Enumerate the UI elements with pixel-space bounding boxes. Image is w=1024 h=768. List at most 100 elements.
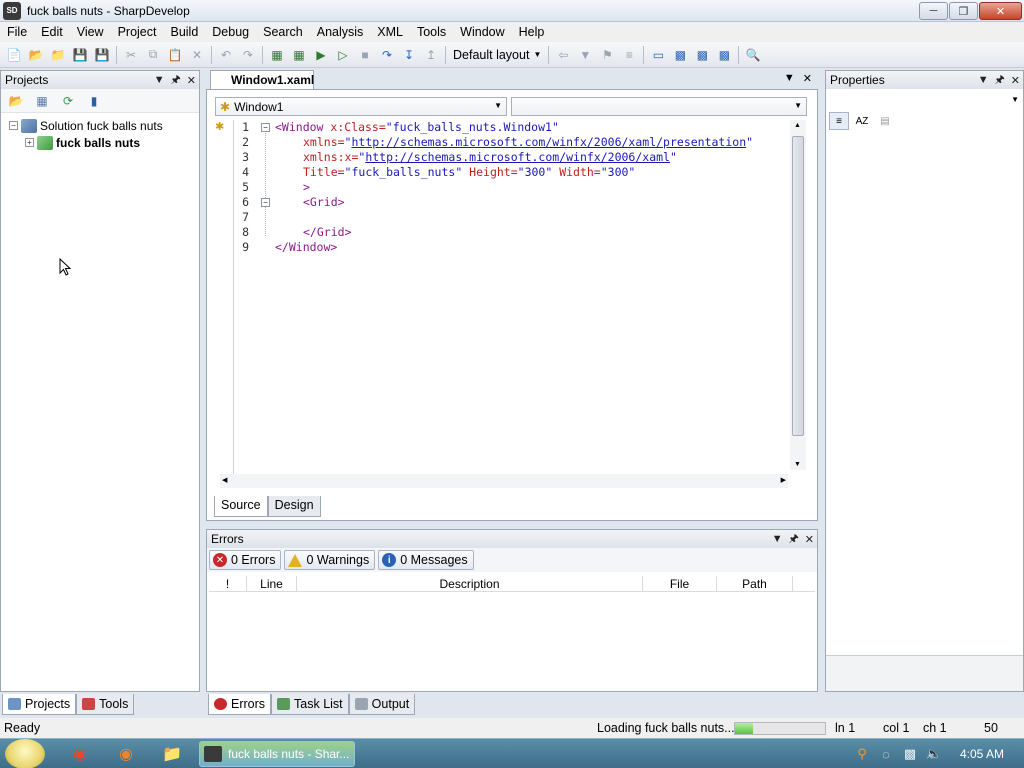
volume-icon[interactable]: 🔈	[926, 746, 942, 762]
comment-icon[interactable]: ▭	[649, 46, 667, 64]
xml-link[interactable]: http://schemas.microsoft.com/winfx/2006/…	[351, 135, 746, 149]
column-severity[interactable]: !	[209, 576, 247, 591]
toggle-bookmark-icon[interactable]: ⚑	[598, 46, 616, 64]
run-icon[interactable]: ▶	[312, 46, 330, 64]
scroll-right-icon[interactable]: ▶	[781, 476, 786, 484]
build-icon[interactable]: ▦	[268, 46, 286, 64]
indent-icon[interactable]: ≡	[620, 46, 638, 64]
cut-icon[interactable]: ✂	[122, 46, 140, 64]
start-button[interactable]	[5, 739, 45, 768]
step-over-icon[interactable]: ↷	[378, 46, 396, 64]
new-file-icon[interactable]: 📄	[5, 46, 23, 64]
menu-window[interactable]: Window	[453, 22, 511, 42]
categorized-icon[interactable]: ≡	[829, 112, 849, 130]
taskbar-sharpdevelop-task[interactable]: fuck balls nuts - Shar...	[199, 741, 355, 767]
warnings-filter-button[interactable]: 0 Warnings	[284, 550, 376, 570]
scroll-down-icon[interactable]: ▼	[794, 461, 801, 468]
scroll-up-icon[interactable]: ▲	[794, 122, 801, 129]
column-path[interactable]: Path	[717, 576, 793, 591]
menu-xml[interactable]: XML	[370, 22, 410, 42]
sort-alphabetical-icon[interactable]: AZ	[852, 112, 872, 130]
scrollbar-thumb[interactable]	[792, 136, 804, 436]
navigate-icon[interactable]: ⇦	[554, 46, 572, 64]
column-file[interactable]: File	[643, 576, 717, 591]
chevron-down-icon[interactable]: ▼	[978, 74, 989, 86]
chrome-icon[interactable]: ◉	[68, 743, 92, 765]
explorer-folder-icon[interactable]: 📁	[160, 743, 184, 765]
close-icon[interactable]: ✕	[803, 72, 812, 85]
rebuild-icon[interactable]: ▦	[290, 46, 308, 64]
object-selector[interactable]: ▼	[826, 89, 1023, 109]
class-combo[interactable]: ✱ Window1 ▼	[215, 97, 507, 116]
tab-projects[interactable]: Projects	[2, 694, 77, 715]
chevron-down-icon[interactable]: ▼	[154, 74, 165, 86]
tab-window1-xaml[interactable]: Window1.xaml	[210, 70, 314, 89]
open-file-icon[interactable]: 📂	[27, 46, 45, 64]
step-into-icon[interactable]: ↧	[400, 46, 418, 64]
messages-filter-button[interactable]: i 0 Messages	[378, 550, 474, 570]
clock[interactable]: 4:05 AM	[960, 747, 1004, 761]
tab-output[interactable]: Output	[348, 694, 416, 715]
restore-button[interactable]: ❐	[949, 2, 978, 20]
menu-edit[interactable]: Edit	[34, 22, 70, 42]
save-icon[interactable]: 💾	[71, 46, 89, 64]
menu-file[interactable]: File	[0, 22, 34, 42]
menu-analysis[interactable]: Analysis	[310, 22, 371, 42]
menu-tools[interactable]: Tools	[410, 22, 453, 42]
collapse-icon[interactable]: −	[9, 121, 18, 130]
member-combo[interactable]: ▼	[511, 97, 807, 116]
undo-icon[interactable]: ↶	[217, 46, 235, 64]
pin-icon[interactable]: 🖈	[995, 71, 1005, 90]
fold-toggle[interactable]: −	[261, 123, 270, 132]
scroll-left-icon[interactable]: ◀	[222, 476, 227, 484]
vertical-scrollbar[interactable]: ▲ ▼	[790, 120, 806, 470]
close-icon[interactable]: ✕	[805, 533, 814, 546]
tree-node-project[interactable]: + fuck balls nuts	[9, 134, 199, 151]
redo-icon[interactable]: ↷	[239, 46, 257, 64]
network-status-icon[interactable]: ◌	[878, 746, 894, 762]
bookmark-next-icon[interactable]: ▩	[693, 46, 711, 64]
tree-node-solution[interactable]: − Solution fuck balls nuts	[9, 117, 199, 134]
layout-dropdown[interactable]: Default layout ▼	[449, 45, 545, 65]
stop-icon[interactable]: ■	[356, 46, 374, 64]
navigate-forward-icon[interactable]: ▼	[576, 46, 594, 64]
pin-icon[interactable]: 🖈	[789, 530, 799, 549]
close-icon[interactable]: ✕	[187, 74, 196, 87]
fold-toggle[interactable]: −	[261, 198, 270, 207]
errors-filter-button[interactable]: ✕ 0 Errors	[209, 550, 282, 570]
search-icon[interactable]: ⚲	[854, 746, 870, 762]
run-without-debugger-icon[interactable]: ▷	[334, 46, 352, 64]
paste-icon[interactable]: 📋	[166, 46, 184, 64]
menu-view[interactable]: View	[70, 22, 111, 42]
menu-build[interactable]: Build	[163, 22, 205, 42]
tab-tools[interactable]: Tools	[76, 694, 135, 715]
refresh-icon[interactable]: ⟳	[59, 92, 77, 110]
bookmark-prev-icon[interactable]: ▩	[671, 46, 689, 64]
column-line[interactable]: Line	[247, 576, 297, 591]
close-icon[interactable]: ✕	[1011, 74, 1020, 87]
chevron-down-icon[interactable]: ▼	[784, 72, 795, 85]
find-icon[interactable]: 🔍	[744, 46, 762, 64]
pin-icon[interactable]: 🖈	[171, 71, 181, 90]
open-solution-icon[interactable]: 📁	[49, 46, 67, 64]
firefox-icon[interactable]: ◉	[114, 743, 138, 765]
properties-icon[interactable]: ▮	[85, 92, 103, 110]
close-button[interactable]: ✕	[979, 2, 1022, 20]
tab-design[interactable]: Design	[267, 496, 321, 517]
lightbulb-icon[interactable]: ✱	[215, 120, 231, 134]
tab-source[interactable]: Source	[214, 496, 268, 517]
bookmark-clear-icon[interactable]: ▩	[715, 46, 733, 64]
column-description[interactable]: Description	[297, 576, 643, 591]
menu-help[interactable]: Help	[512, 22, 552, 42]
menu-project[interactable]: Project	[111, 22, 164, 42]
xml-link[interactable]: http://schemas.microsoft.com/winfx/2006/…	[365, 150, 670, 164]
save-all-icon[interactable]: 💾	[93, 46, 111, 64]
sharpdevelop-app-icon[interactable]: SD	[3, 1, 21, 20]
property-pages-icon[interactable]: ▤	[875, 112, 895, 130]
copy-icon[interactable]: ⧉	[144, 46, 162, 64]
tab-errors[interactable]: Errors	[208, 694, 272, 715]
collapse-all-icon[interactable]: ▦	[33, 92, 51, 110]
expand-icon[interactable]: +	[25, 138, 34, 147]
chevron-down-icon[interactable]: ▼	[772, 533, 783, 545]
menu-debug[interactable]: Debug	[205, 22, 256, 42]
